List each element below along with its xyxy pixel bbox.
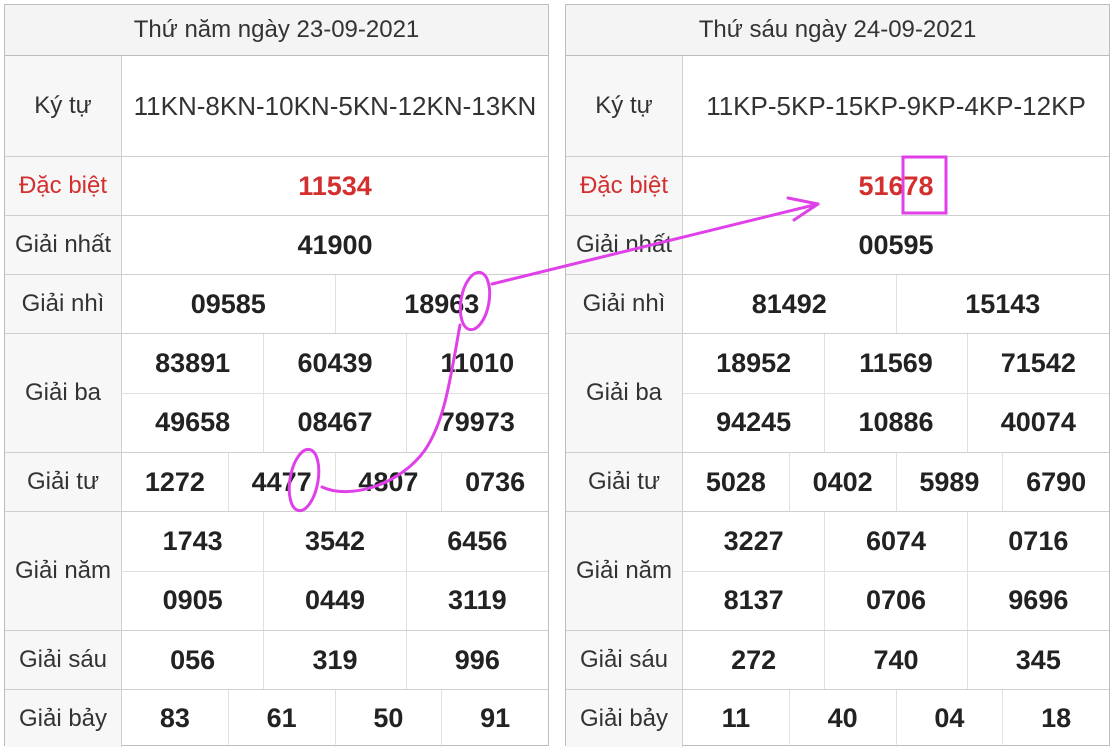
giai-nam-value: 0905 xyxy=(122,571,265,630)
dac-biet-value: 51678 xyxy=(858,170,934,201)
table-title: Thứ năm ngày 23-09-2021 xyxy=(5,5,548,56)
giai-nam-value: 3542 xyxy=(264,512,407,571)
label-giai-nhi: Giải nhì xyxy=(5,275,122,333)
results-table-left: Thứ năm ngày 23-09-2021 Ký tự 11KN-8KN-1… xyxy=(4,4,549,747)
row-ky-tu: Ký tự 11KN-8KN-10KN-5KN-12KN-13KN xyxy=(5,56,548,157)
giai-nam-value: 9696 xyxy=(1008,585,1069,616)
giai-bay-value: 61 xyxy=(229,690,336,747)
giai-tu-value: 5989 xyxy=(897,453,1004,511)
giai-tu-value: 1272 xyxy=(122,453,229,511)
giai-nhi-value: 09585 xyxy=(122,275,336,333)
label-ky-tu: Ký tự xyxy=(566,56,683,156)
label-giai-nam: Giải năm xyxy=(5,512,122,630)
ky-tu-value: 11KN-8KN-10KN-5KN-12KN-13KN xyxy=(133,91,537,121)
label-giai-ba: Giải ba xyxy=(566,334,683,452)
giai-nhi-value: 18963 xyxy=(404,288,480,319)
label-giai-ba: Giải ba xyxy=(5,334,122,452)
row-giai-sau: Giải sáu 272 740 345 xyxy=(566,631,1109,690)
giai-ba-value: 49658 xyxy=(122,393,265,452)
giai-bay-value: 91 xyxy=(480,703,511,733)
row-giai-ba: Giải ba 18952 11569 71542 94245 10886 40… xyxy=(566,334,1109,453)
row-giai-nhi: Giải nhì 81492 15143 xyxy=(566,275,1109,334)
label-giai-tu: Giải tư xyxy=(566,453,683,511)
giai-sau-value: 319 xyxy=(264,631,407,689)
giai-ba-value: 79973 xyxy=(439,407,515,438)
giai-nam-value: 1743 xyxy=(122,512,265,571)
row-giai-nhat: Giải nhất 41900 xyxy=(5,216,548,275)
giai-tu-value: 0402 xyxy=(790,453,897,511)
giai-nhat-value: 00595 xyxy=(858,229,934,260)
label-dac-biet: Đặc biệt xyxy=(5,157,122,215)
label-giai-sau: Giải sáu xyxy=(566,631,683,689)
label-giai-bay: Giải bảy xyxy=(566,690,683,747)
label-giai-nhat: Giải nhất xyxy=(5,216,122,274)
giai-bay-value: 11 xyxy=(683,690,790,747)
giai-tu-value: 6790 xyxy=(1026,466,1087,497)
label-giai-nhi: Giải nhì xyxy=(566,275,683,333)
giai-ba-value: 11010 xyxy=(440,347,515,378)
giai-tu-value: 4477 xyxy=(229,453,336,511)
giai-nhi-value: 81492 xyxy=(683,275,897,333)
giai-bay-value: 40 xyxy=(790,690,897,747)
giai-ba-value: 83891 xyxy=(122,334,265,393)
giai-ba-value: 08467 xyxy=(264,393,407,452)
label-giai-sau: Giải sáu xyxy=(5,631,122,689)
row-giai-nam: Giải năm 3227 6074 0716 8137 0706 9696 xyxy=(566,512,1109,631)
label-giai-nhat: Giải nhất xyxy=(566,216,683,274)
giai-nam-value: 0449 xyxy=(264,571,407,630)
giai-nam-value: 8137 xyxy=(683,571,826,630)
giai-nam-value: 0716 xyxy=(1008,525,1069,556)
giai-sau-value: 740 xyxy=(825,631,968,689)
giai-ba-value: 71542 xyxy=(1000,347,1076,378)
giai-ba-value: 60439 xyxy=(264,334,407,393)
giai-nhi-value: 15143 xyxy=(965,288,1041,319)
giai-sau-value: 056 xyxy=(122,631,265,689)
row-giai-tu: Giải tư 1272 4477 4807 0736 xyxy=(5,453,548,512)
giai-tu-value: 0736 xyxy=(465,466,526,497)
row-giai-nhi: Giải nhì 09585 18963 xyxy=(5,275,548,334)
giai-nam-value: 0706 xyxy=(825,571,968,630)
giai-nam-value: 3119 xyxy=(448,585,507,616)
giai-tu-value: 5028 xyxy=(683,453,790,511)
giai-nam-value: 3227 xyxy=(683,512,826,571)
ky-tu-value: 11KP-5KP-15KP-9KP-4KP-12KP xyxy=(706,91,1086,121)
giai-tu-value: 4807 xyxy=(336,453,443,511)
giai-sau-value: 272 xyxy=(683,631,826,689)
row-giai-nhat: Giải nhất 00595 xyxy=(566,216,1109,275)
label-giai-tu: Giải tư xyxy=(5,453,122,511)
giai-bay-value: 50 xyxy=(336,690,443,747)
row-giai-bay: Giải bảy 83 61 50 91 xyxy=(5,690,548,747)
giai-ba-value: 94245 xyxy=(683,393,826,452)
giai-bay-value: 04 xyxy=(897,690,1004,747)
giai-ba-value: 10886 xyxy=(825,393,968,452)
table-title: Thứ sáu ngày 24-09-2021 xyxy=(566,5,1109,56)
row-giai-tu: Giải tư 5028 0402 5989 6790 xyxy=(566,453,1109,512)
row-giai-ba: Giải ba 83891 60439 11010 49658 08467 79… xyxy=(5,334,548,453)
giai-nhat-value: 41900 xyxy=(297,229,373,260)
row-dac-biet: Đặc biệt 51678 xyxy=(566,157,1109,216)
label-ky-tu: Ký tự xyxy=(5,56,122,156)
row-dac-biet: Đặc biệt 11534 xyxy=(5,157,548,216)
giai-ba-value: 40074 xyxy=(1000,407,1076,438)
row-giai-nam: Giải năm 1743 3542 6456 0905 0449 3119 xyxy=(5,512,548,631)
row-giai-sau: Giải sáu 056 319 996 xyxy=(5,631,548,690)
giai-ba-value: 18952 xyxy=(683,334,826,393)
giai-bay-value: 18 xyxy=(1041,703,1072,733)
giai-sau-value: 996 xyxy=(454,644,500,675)
giai-nam-value: 6074 xyxy=(825,512,968,571)
giai-sau-value: 345 xyxy=(1015,644,1061,675)
dac-biet-value: 11534 xyxy=(298,170,372,201)
row-giai-bay: Giải bảy 11 40 04 18 xyxy=(566,690,1109,747)
giai-ba-value: 11569 xyxy=(825,334,968,393)
label-giai-nam: Giải năm xyxy=(566,512,683,630)
giai-nam-value: 6456 xyxy=(447,525,508,556)
results-table-right: Thứ sáu ngày 24-09-2021 Ký tự 11KP-5KP-1… xyxy=(565,4,1110,747)
label-dac-biet: Đặc biệt xyxy=(566,157,683,215)
giai-bay-value: 83 xyxy=(122,690,229,747)
row-ky-tu: Ký tự 11KP-5KP-15KP-9KP-4KP-12KP xyxy=(566,56,1109,157)
label-giai-bay: Giải bảy xyxy=(5,690,122,747)
